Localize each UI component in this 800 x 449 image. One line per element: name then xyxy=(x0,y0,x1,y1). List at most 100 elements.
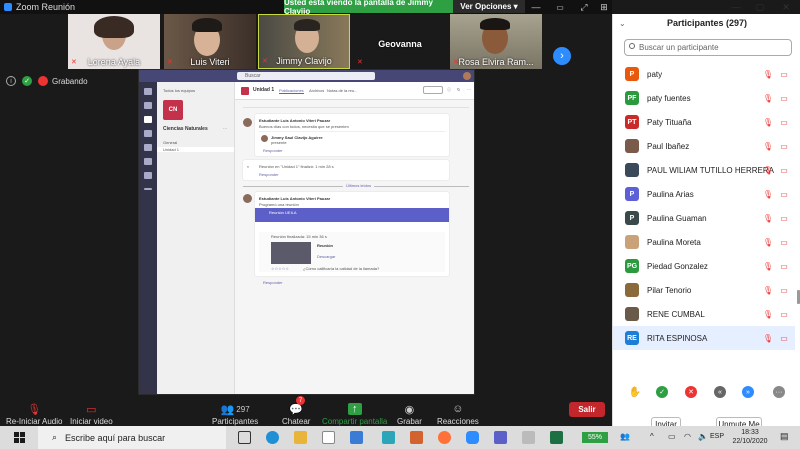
participant-row[interactable]: Ppaty 🎙 ▭ xyxy=(613,62,795,86)
file-explorer-icon[interactable] xyxy=(294,431,307,444)
tools-icon[interactable] xyxy=(522,431,535,444)
language-indicator[interactable]: ESP xyxy=(710,433,724,440)
raise-hand-icon[interactable]: ✋ xyxy=(629,386,641,398)
teams-search-input[interactable]: Buscar xyxy=(237,72,375,80)
refresh-icon[interactable]: ↻ xyxy=(457,87,460,92)
participant-row[interactable]: PAUL WILIAM TUTILLO HERRERA 🎙 ▭ xyxy=(613,158,795,182)
l-app-icon[interactable] xyxy=(382,431,395,444)
participant-row[interactable]: Pilar Tenorio 🎙 ▭ xyxy=(613,278,795,302)
share-screen-button[interactable]: ↑ Compartir pantalla xyxy=(322,396,387,426)
maximize-window-icon[interactable]: ▢ xyxy=(750,0,770,14)
participant-row[interactable]: Paul Ibañez 🎙 ▭ xyxy=(613,134,795,158)
wifi-icon[interactable]: ◠ xyxy=(684,432,691,441)
notifications-icon[interactable]: ▤ xyxy=(780,431,789,442)
participant-row[interactable]: PF paty fuentes 🎙 ▭ xyxy=(613,86,795,110)
tab-meeting-notes[interactable]: Notas de la reu... xyxy=(327,88,357,93)
next-page-button[interactable]: › xyxy=(553,47,571,65)
info-icon[interactable]: i xyxy=(6,76,16,86)
recording-thumbnail[interactable] xyxy=(271,242,311,264)
meeting-card-header[interactable]: Reunión UEILA xyxy=(255,208,449,222)
clock[interactable]: 18:33 22/10/2020 xyxy=(728,428,772,446)
shield-icon[interactable]: ✓ xyxy=(22,76,32,86)
minimize-window-icon[interactable]: — xyxy=(726,0,746,14)
volume-icon[interactable]: 🔈 xyxy=(698,432,708,441)
people-icon[interactable]: 👥 xyxy=(620,432,630,441)
close-window-icon[interactable]: ✕ xyxy=(776,0,796,14)
video-tile-luis[interactable]: ✕ Luis Viteri xyxy=(164,14,256,69)
avatar[interactable] xyxy=(463,72,471,80)
reply-link[interactable]: Responder xyxy=(259,172,279,177)
zoom-icon[interactable] xyxy=(466,431,479,444)
more-icon[interactable]: ··· xyxy=(773,386,785,398)
reply-link[interactable]: Responder xyxy=(263,280,283,285)
view-options-button[interactable]: Ver Opciones ▾ xyxy=(453,0,525,13)
office-icon[interactable] xyxy=(410,431,423,444)
tab-files[interactable]: Archivos xyxy=(309,88,324,93)
leave-button[interactable]: Salir xyxy=(569,402,605,417)
edge-icon[interactable] xyxy=(266,431,279,444)
reactions-button[interactable]: ☺ Reacciones xyxy=(437,396,479,426)
participant-row[interactable]: P Paulina Guaman 🎙 ▭ xyxy=(613,206,795,230)
message-author: Estudiante Luis Antonio Viteri Pauzar xyxy=(259,196,331,201)
go-faster-icon[interactable]: » xyxy=(742,386,754,398)
no-icon[interactable]: ✕ xyxy=(685,386,697,398)
task-view-icon[interactable] xyxy=(238,431,251,444)
participant-row[interactable]: PG Piedad Gonzalez 🎙 ▭ xyxy=(613,254,795,278)
participant-row[interactable]: RE RITA ESPINOSA 🎙 ▭ xyxy=(613,326,795,350)
video-tile-rosa[interactable]: ✕ Rosa Elvira Ram... xyxy=(450,14,542,69)
more-icon[interactable]: ··· xyxy=(467,87,471,92)
files-icon[interactable] xyxy=(144,172,152,179)
excel-icon[interactable] xyxy=(550,431,563,444)
start-video-button[interactable]: ▭ Iniciar video xyxy=(70,396,113,427)
firefox-icon[interactable] xyxy=(438,431,451,444)
download-link[interactable]: Descargar xyxy=(317,254,335,259)
participant-search-input[interactable]: Buscar un participante xyxy=(624,39,792,56)
participant-row[interactable]: RENE CUMBAL 🎙 ▭ xyxy=(613,302,795,326)
participant-row[interactable]: Paulina Moreta 🎙 ▭ xyxy=(613,230,795,254)
participant-avatar: P xyxy=(625,211,639,225)
reply-link[interactable]: Responder xyxy=(263,148,283,153)
channel-unidad-1[interactable]: Unidad 1 xyxy=(157,147,234,152)
fullscreen-icon[interactable]: ⤢ xyxy=(574,0,594,14)
video-tile-jimmy[interactable]: ✕ Jimmy Clavijo xyxy=(258,14,350,69)
meet-button[interactable] xyxy=(423,86,443,94)
assignments-icon[interactable] xyxy=(144,130,152,137)
more-options-icon[interactable]: ··· xyxy=(223,126,227,131)
mail-icon[interactable] xyxy=(350,431,363,444)
minimize-icon[interactable]: — xyxy=(526,0,546,14)
tab-posts[interactable]: Publicaciones xyxy=(279,88,304,94)
yes-icon[interactable]: ✓ xyxy=(656,386,668,398)
participant-name: Paulina Guaman xyxy=(647,213,707,223)
taskbar-search-input[interactable]: ⌕ Escribe aquí para buscar xyxy=(38,426,226,449)
muted-mic-icon: 🎙 xyxy=(762,213,774,223)
teams-icon[interactable] xyxy=(144,116,152,123)
go-slower-icon[interactable]: « xyxy=(714,386,726,398)
restore-icon[interactable]: ▭ xyxy=(550,0,570,14)
video-tile-geovanna[interactable]: Geovanna ✕ xyxy=(354,14,446,69)
star-rating[interactable]: ☆☆☆☆☆ xyxy=(271,266,289,271)
start-button[interactable] xyxy=(0,426,38,449)
info-icon[interactable]: ⓘ xyxy=(447,87,451,93)
video-tile-lorena[interactable]: ✕ Lorena Ayala xyxy=(68,14,160,69)
activity-icon[interactable] xyxy=(144,88,152,95)
tray-chevron-icon[interactable]: ^ xyxy=(650,432,654,441)
channel-general[interactable]: General xyxy=(163,140,177,145)
calls-icon[interactable] xyxy=(144,158,152,165)
record-button[interactable]: ◉ Grabar xyxy=(397,396,422,427)
unmute-audio-button[interactable]: 🎙 Re-Iniciar Audio xyxy=(6,396,62,427)
back-to-teams-link[interactable]: Todos los equipos xyxy=(163,88,195,93)
muted-mic-icon: 🎙 xyxy=(762,165,774,175)
participants-button[interactable]: 👥 297 Participantes xyxy=(212,396,258,427)
network-icon[interactable]: ▭ xyxy=(668,432,676,441)
store-icon[interactable] xyxy=(322,431,335,444)
search-icon xyxy=(629,43,635,49)
participant-row[interactable]: P Paulina Arias 🎙 ▭ xyxy=(613,182,795,206)
battery-indicator[interactable]: 55% xyxy=(582,432,608,443)
calendar-icon[interactable] xyxy=(144,144,152,151)
more-icon[interactable] xyxy=(144,188,152,190)
grid-view-icon[interactable]: ⊞ xyxy=(594,0,614,14)
participant-avatar: P xyxy=(625,187,639,201)
participant-row[interactable]: PT Paty Tituaña 🎙 ▭ xyxy=(613,110,795,134)
chat-icon[interactable] xyxy=(144,102,152,109)
teams-icon[interactable] xyxy=(494,431,507,444)
